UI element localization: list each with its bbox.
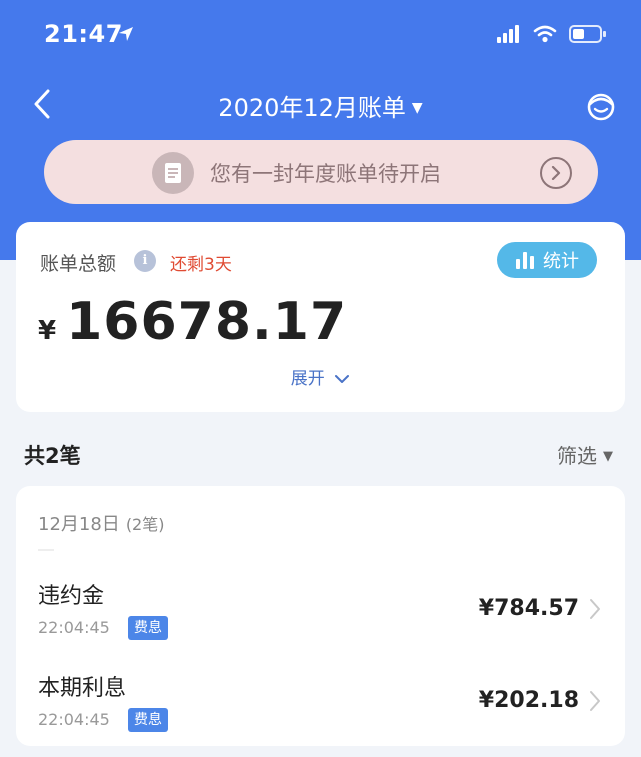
amount-value: 16678.17 [66,292,348,352]
nav-bar: 2020年12月账单 ▼ [0,82,641,126]
fee-interest-tag: 费息 [128,708,168,732]
caret-down-icon: ▼ [411,100,423,116]
info-icon[interactable]: i [134,250,156,272]
transaction-date-count: (2笔) [125,515,165,534]
fee-interest-tag: 费息 [128,616,168,640]
document-icon [152,152,194,194]
transaction-row[interactable]: 违约金 22:04:45 费息 ¥784.57 [16,572,625,656]
chevron-down-icon [335,375,350,383]
statistics-button[interactable]: 统计 [497,242,597,278]
transaction-card: 12月18日 (2笔) 违约金 22:04:45 费息 ¥784.57 本期利息 … [16,486,625,746]
expand-label: 展开 [290,369,325,389]
customer-service-button[interactable] [581,86,621,126]
expand-button[interactable]: 展开 [16,364,625,389]
transaction-list-header: 共2笔 筛选 ▼ [0,432,641,472]
bill-month-selector[interactable]: 2020年12月账单 ▼ [0,88,641,123]
transaction-time: 22:04:45 [38,618,110,637]
filter-button[interactable]: 筛选 ▼ [557,440,613,469]
annual-bill-banner[interactable]: 您有一封年度账单待开启 [44,140,598,204]
transaction-date: 12月18日 [38,514,120,535]
transaction-name: 违约金 [38,584,105,609]
transaction-amount: ¥202.18 [478,688,579,713]
bill-total-label: 账单总额 [40,253,117,275]
transaction-name: 本期利息 [38,676,127,701]
transaction-amount: ¥784.57 [478,596,579,621]
caret-down-icon: ▼ [603,449,613,464]
location-arrow-icon [119,27,133,41]
statistics-label: 统计 [543,251,579,272]
status-bar: 21:47 [0,18,641,52]
transaction-time: 22:04:45 [38,710,110,729]
divider [38,549,54,551]
wifi-icon [533,25,557,43]
bill-total-amount: ¥ 16678.17 [38,292,347,352]
chevron-right-icon [590,599,600,619]
bill-summary-card: 账单总额 i 还剩3天 统计 ¥ 16678.17 展开 [16,222,625,412]
transaction-date-header: 12月18日 (2笔) [38,510,164,536]
chevron-right-circle-icon [540,157,572,189]
filter-label: 筛选 [557,444,597,468]
currency-symbol: ¥ [38,316,57,346]
due-remaining-text: 还剩3天 [170,255,232,275]
annual-bill-text: 您有一封年度账单待开启 [210,162,441,186]
status-icons [497,24,607,44]
transaction-count: 共2笔 [24,444,81,468]
chevron-right-icon [590,691,600,711]
page-title: 2020年12月账单 [218,94,406,122]
transaction-row[interactable]: 本期利息 22:04:45 费息 ¥202.18 [16,664,625,748]
battery-icon [569,25,606,43]
customer-service-icon [587,93,615,121]
status-time: 21:47 [44,20,123,48]
bar-chart-icon [516,252,534,269]
cellular-signal-icon [497,25,519,43]
